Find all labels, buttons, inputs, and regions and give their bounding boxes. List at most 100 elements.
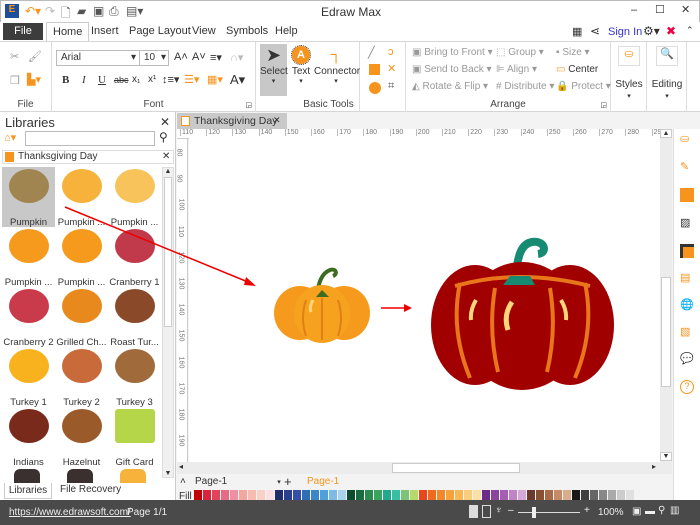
- tab-home[interactable]: Home: [46, 22, 90, 41]
- palette-swatch[interactable]: [248, 490, 256, 500]
- line-icon[interactable]: ╱: [368, 46, 375, 59]
- palette-swatch[interactable]: [347, 490, 355, 500]
- palette-swatch[interactable]: [329, 490, 337, 500]
- library-item[interactable]: Roast Tur...: [108, 287, 161, 348]
- ellipse-icon[interactable]: [369, 82, 381, 94]
- palette-swatch[interactable]: [617, 490, 625, 500]
- palette-swatch[interactable]: [194, 490, 202, 500]
- text-tool[interactable]: A Text ▾: [289, 44, 313, 96]
- share-icon[interactable]: ⋖: [590, 24, 600, 38]
- palette-swatch[interactable]: [365, 490, 373, 500]
- align-button[interactable]: ⊫ Align ▾: [496, 64, 537, 75]
- palette-swatch[interactable]: [536, 490, 544, 500]
- palette-swatch[interactable]: [455, 490, 463, 500]
- zoom-search-icon[interactable]: ⚲: [658, 505, 665, 516]
- sign-in-link[interactable]: Sign In: [608, 26, 642, 38]
- scroll-right-icon[interactable]: ▸: [652, 462, 656, 471]
- cross-icon[interactable]: ✕: [387, 62, 396, 75]
- small-pumpkin[interactable]: [274, 267, 370, 343]
- cut-icon[interactable]: ✂: [10, 50, 19, 63]
- font-name-select[interactable]: Arial ▾: [56, 50, 140, 66]
- comment-icon[interactable]: 💬: [680, 352, 694, 366]
- strikethrough-icon[interactable]: abc: [114, 75, 129, 85]
- palette-swatch[interactable]: [527, 490, 535, 500]
- palette-swatch[interactable]: [608, 490, 616, 500]
- library-scrollbar[interactable]: ▲ ▼: [162, 167, 174, 478]
- columns-icon[interactable]: ▥: [670, 505, 679, 516]
- library-item[interactable]: Pumpkin ...: [55, 227, 108, 288]
- palette-swatch[interactable]: [293, 490, 301, 500]
- palette-swatch[interactable]: [320, 490, 328, 500]
- library-item[interactable]: Turkey 1: [2, 347, 55, 408]
- library-item-thumbnail[interactable]: [14, 469, 40, 483]
- search-icon[interactable]: ⚲: [159, 130, 168, 144]
- close-button[interactable]: ✕: [681, 3, 690, 16]
- presentation-icon[interactable]: ♆: [495, 505, 503, 516]
- drawing-canvas[interactable]: [189, 138, 660, 462]
- zoom-slider[interactable]: [518, 512, 580, 513]
- library-item-thumbnail[interactable]: [67, 469, 93, 483]
- normal-view-icon[interactable]: [469, 505, 478, 518]
- line-style-icon[interactable]: ✎: [680, 160, 694, 174]
- gear-icon[interactable]: ⚙▾: [643, 24, 660, 38]
- palette-swatch[interactable]: [554, 490, 562, 500]
- library-item[interactable]: Pumpkin ...: [108, 167, 161, 228]
- palette-swatch[interactable]: [374, 490, 382, 500]
- tab-libraries[interactable]: Libraries: [4, 483, 52, 499]
- align-text-icon[interactable]: ≡▾: [210, 51, 222, 64]
- hyperlink-icon[interactable]: 🌐: [680, 298, 694, 312]
- palette-swatch[interactable]: [203, 490, 211, 500]
- palette-swatch[interactable]: [491, 490, 499, 500]
- category-header[interactable]: Thanksgiving Day ✕: [2, 150, 174, 164]
- library-scroll-thumb[interactable]: [164, 177, 172, 327]
- palette-swatch[interactable]: [626, 490, 634, 500]
- palette-swatch[interactable]: [464, 490, 472, 500]
- palette-swatch[interactable]: [338, 490, 346, 500]
- page-view-icon[interactable]: [482, 505, 491, 518]
- bold-icon[interactable]: B: [62, 74, 69, 86]
- website-link[interactable]: https://www.edrawsoft.com/: [9, 507, 131, 518]
- highlight-icon[interactable]: ▦▾: [207, 73, 223, 86]
- superscript-icon[interactable]: x¹: [148, 74, 156, 85]
- palette-swatch[interactable]: [302, 490, 310, 500]
- maximize-button[interactable]: ☐: [655, 3, 665, 16]
- add-page-icon[interactable]: +: [284, 474, 292, 489]
- library-item[interactable]: Indians: [2, 407, 55, 468]
- palette-swatch[interactable]: [446, 490, 454, 500]
- connector-tool[interactable]: ┐ Connector ▾: [314, 44, 360, 96]
- library-search-input[interactable]: [25, 131, 155, 146]
- attachment-icon[interactable]: ▧: [680, 325, 694, 339]
- palette-swatch[interactable]: [356, 490, 364, 500]
- zoom-out-button[interactable]: –: [508, 505, 514, 516]
- palette-swatch[interactable]: [410, 490, 418, 500]
- arc-icon[interactable]: ↄ: [388, 46, 394, 58]
- palette-swatch[interactable]: [428, 490, 436, 500]
- palette-swatch[interactable]: [482, 490, 490, 500]
- paste-icon[interactable]: ▙▾: [27, 73, 41, 86]
- format-painter-icon[interactable]: 🖌: [28, 50, 42, 63]
- arrange-dialog-launcher[interactable]: ◲: [600, 101, 607, 109]
- line-spacing-icon[interactable]: ↕≡▾: [162, 73, 179, 86]
- center-button[interactable]: ▭ Center: [556, 64, 598, 75]
- palette-swatch[interactable]: [500, 490, 508, 500]
- home-icon[interactable]: ⌂▾: [4, 131, 16, 144]
- send-to-back-button[interactable]: ▣ Send to Back ▾: [412, 64, 492, 75]
- palette-swatch[interactable]: [284, 490, 292, 500]
- palette-swatch[interactable]: [590, 490, 598, 500]
- document-tab[interactable]: Thanksgiving Day ✕: [177, 113, 287, 129]
- library-item-thumbnail[interactable]: [120, 469, 146, 483]
- page-properties-icon[interactable]: ▤: [680, 271, 694, 285]
- library-item[interactable]: Turkey 2: [55, 347, 108, 408]
- page-tab[interactable]: Page-1: [307, 476, 339, 487]
- rotate-flip-button[interactable]: ◭ Rotate & Flip ▾: [412, 81, 488, 92]
- arrow-connector[interactable]: [381, 304, 412, 312]
- copy-icon[interactable]: ❐: [10, 74, 20, 87]
- close-libraries-icon[interactable]: ✕: [160, 115, 170, 129]
- fit-page-icon[interactable]: ▣: [632, 506, 641, 517]
- library-item[interactable]: Cranberry 2: [2, 287, 55, 348]
- editing-button[interactable]: 🔍 Editing ▾: [647, 42, 687, 112]
- rectangle-icon[interactable]: [369, 64, 380, 75]
- close-document-icon[interactable]: ✕: [273, 115, 281, 126]
- decrease-font-icon[interactable]: A˅: [192, 51, 206, 63]
- palette-swatch[interactable]: [221, 490, 229, 500]
